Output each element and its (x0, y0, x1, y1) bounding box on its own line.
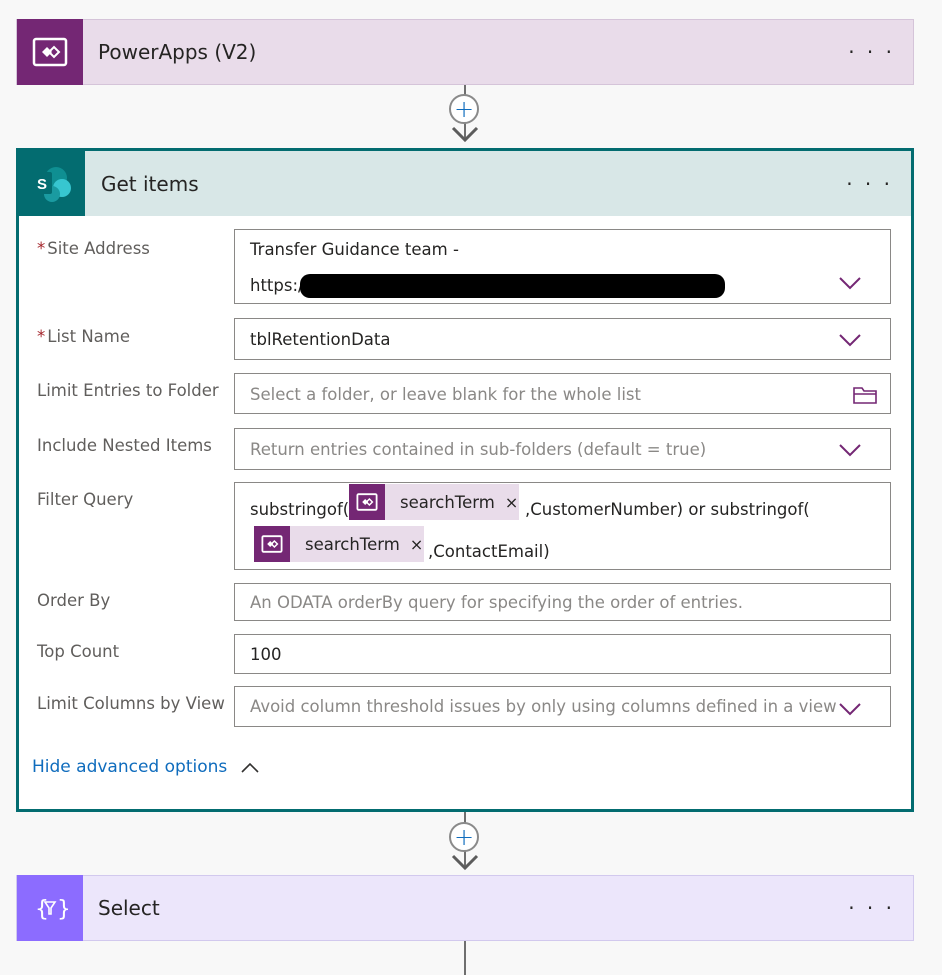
nested-items-dropdown[interactable]: Return entries contained in sub-folders … (234, 428, 891, 470)
chevron-down-icon[interactable] (838, 333, 862, 347)
arrow-down-icon (451, 126, 479, 143)
nested-items-placeholder: Return entries contained in sub-folders … (250, 440, 707, 459)
insert-step-button[interactable]: + (449, 94, 479, 124)
more-options-button[interactable]: · · · (846, 174, 893, 194)
get-items-title: Get items (101, 171, 199, 196)
redaction-bar (300, 274, 725, 298)
site-address-line2: https:/ (250, 276, 304, 295)
insert-step-button[interactable]: + (449, 822, 479, 852)
data-operation-icon: { } (17, 875, 83, 941)
svg-text:S: S (37, 176, 47, 193)
site-address-dropdown[interactable]: Transfer Guidance team - https:/ (234, 229, 891, 304)
order-by-placeholder: An ODATA orderBy query for specifying th… (250, 593, 743, 612)
top-count-label: Top Count (37, 642, 120, 661)
select-card[interactable]: { } Select · · · (16, 875, 914, 941)
more-options-button[interactable]: · · · (848, 898, 895, 918)
limit-columns-label: Limit Columns by View (37, 694, 225, 713)
list-name-value: tblRetentionData (250, 330, 391, 349)
order-by-input[interactable]: An ODATA orderBy query for specifying th… (234, 583, 891, 621)
dynamic-token[interactable]: searchTerm × (349, 484, 519, 520)
filter-query-label: Filter Query (37, 490, 134, 509)
get-items-header[interactable]: S Get items · · · (19, 151, 911, 216)
trigger-card[interactable]: PowerApps (V2) · · · (16, 19, 914, 85)
list-name-label: * List Name (37, 327, 131, 346)
limit-columns-dropdown[interactable]: Avoid column threshold issues by only us… (234, 686, 891, 727)
chevron-up-icon (241, 762, 259, 773)
token-label: searchTerm (305, 534, 400, 554)
limit-folder-input[interactable]: Select a folder, or leave blank for the … (234, 373, 891, 414)
site-address-label: * Site Address (37, 239, 150, 258)
powerapps-icon (17, 19, 83, 85)
filter-text-mid: ,CustomerNumber) or substringof( (525, 500, 810, 519)
svg-text:}: } (57, 897, 68, 922)
trigger-title: PowerApps (V2) (98, 40, 257, 64)
limit-folder-label: Limit Entries to Folder (37, 381, 219, 400)
list-name-dropdown[interactable]: tblRetentionData (234, 318, 891, 360)
limit-columns-placeholder: Avoid column threshold issues by only us… (250, 697, 837, 716)
svg-text:{: { (35, 897, 49, 922)
hide-advanced-options-link[interactable]: Hide advanced options (32, 757, 259, 777)
filter-query-input[interactable]: substringof( searchTerm × ,CustomerNumbe… (234, 482, 891, 570)
limit-folder-placeholder: Select a folder, or leave blank for the … (250, 385, 641, 404)
more-options-button[interactable]: · · · (848, 42, 895, 62)
top-count-input[interactable]: 100 (234, 634, 891, 674)
sharepoint-icon: S (19, 151, 85, 216)
nested-items-label: Include Nested Items (37, 436, 212, 455)
dynamic-token[interactable]: searchTerm × (254, 526, 424, 562)
chevron-down-icon[interactable] (838, 276, 862, 290)
top-count-value: 100 (250, 645, 282, 664)
filter-text-end: ,ContactEmail) (428, 542, 550, 561)
site-address-line1: Transfer Guidance team - (250, 240, 459, 259)
connector-line (464, 941, 466, 975)
order-by-label: Order By (37, 591, 111, 610)
remove-token-button[interactable]: × (410, 535, 423, 554)
select-title: Select (98, 896, 160, 920)
powerapps-icon (349, 484, 385, 520)
token-label: searchTerm (400, 492, 495, 512)
chevron-down-icon[interactable] (838, 443, 862, 457)
arrow-down-icon (451, 854, 479, 871)
advanced-options-label: Hide advanced options (32, 757, 228, 777)
folder-icon[interactable] (852, 385, 878, 405)
remove-token-button[interactable]: × (505, 493, 518, 512)
chevron-down-icon[interactable] (838, 702, 862, 716)
get-items-card: S Get items · · · * Site Address Transfer… (16, 148, 914, 812)
powerapps-icon (254, 526, 290, 562)
filter-text-start: substringof( (250, 500, 350, 519)
